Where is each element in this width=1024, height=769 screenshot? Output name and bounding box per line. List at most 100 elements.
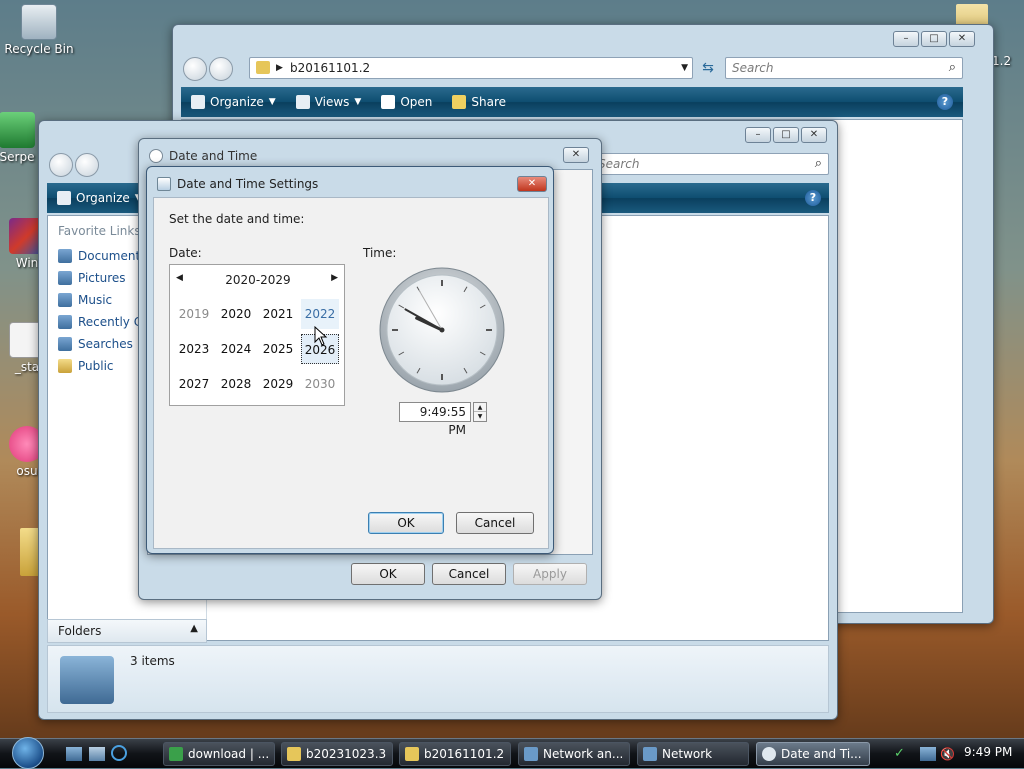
task-date-and-time[interactable]: Date and Ti...	[756, 742, 870, 766]
chevron-down-icon: ▼	[268, 97, 276, 107]
dialog-body: Set the date and time: Date: Time: ◀ 202…	[153, 197, 549, 549]
favorite-recently-changed[interactable]: Recently Ch	[58, 315, 150, 329]
year-cell[interactable]: 2027	[175, 369, 213, 399]
desktop-icon-label: _sta	[14, 360, 40, 374]
year-cell[interactable]: 2029	[259, 369, 297, 399]
refresh-icon[interactable]: ⇆	[697, 57, 719, 79]
task-download[interactable]: download | ...	[163, 742, 275, 766]
search-icon[interactable]: ⌕	[949, 58, 956, 78]
minimize-button[interactable]: –	[745, 127, 771, 143]
maximize-button[interactable]: □	[773, 127, 799, 143]
date-label: Date:	[169, 246, 202, 260]
organize-button[interactable]: Organize▼	[181, 95, 286, 109]
year-cell[interactable]: 2025	[259, 334, 297, 364]
organize-icon	[57, 191, 71, 205]
share-label: Share	[471, 95, 507, 109]
volume-muted-icon[interactable]: 🔇	[940, 746, 956, 762]
search-input[interactable]: Search	[598, 157, 640, 171]
search-field[interactable]: Search ⌕	[725, 57, 963, 79]
chevron-down-icon[interactable]: ▼	[681, 58, 688, 78]
forward-button[interactable]	[75, 153, 99, 177]
maximize-button[interactable]: □	[921, 31, 947, 47]
open-icon	[381, 95, 396, 109]
search-icon[interactable]: ⌕	[815, 154, 822, 174]
open-button[interactable]: Open	[371, 95, 442, 109]
views-label: Views	[314, 95, 350, 109]
desktop-edge-label: 1.2	[992, 54, 1012, 68]
desktop-icon-label: Recycle Bin	[4, 42, 74, 56]
year-cell-current[interactable]: 2022	[301, 299, 339, 329]
date-time-settings-dialog: Date and Time Settings ✕ Set the date an…	[146, 166, 554, 554]
forward-button[interactable]	[209, 57, 233, 81]
mouse-cursor-icon	[314, 326, 328, 346]
caption-buttons: – □ ✕	[745, 127, 827, 143]
calendar-small-icon	[157, 177, 171, 191]
close-button[interactable]: ✕	[517, 176, 547, 192]
task-b20231023[interactable]: b20231023.3	[281, 742, 393, 766]
folder-icon	[287, 747, 301, 761]
favorite-searches[interactable]: Searches	[58, 337, 133, 351]
help-icon[interactable]: ?	[937, 94, 953, 110]
year-cell[interactable]: 2028	[217, 369, 255, 399]
ok-button[interactable]: OK	[351, 563, 425, 585]
status-item-count: 3 items	[130, 654, 175, 668]
year-cell[interactable]: 2030	[301, 369, 339, 399]
back-button[interactable]	[49, 153, 73, 177]
switch-windows-icon[interactable]	[89, 747, 105, 761]
minimize-button[interactable]: –	[893, 31, 919, 47]
organize-button[interactable]: Organize▼	[47, 191, 152, 205]
task-label: Network an...	[543, 747, 624, 761]
task-network[interactable]: Network	[637, 742, 749, 766]
close-button[interactable]: ✕	[563, 147, 589, 163]
cancel-button[interactable]: Cancel	[456, 512, 534, 534]
help-icon[interactable]: ?	[805, 190, 821, 206]
folders-bar[interactable]: Folders ▲	[47, 619, 207, 643]
network-icon	[60, 656, 114, 704]
desktop-icon-recycle-bin[interactable]: Recycle Bin	[0, 4, 78, 56]
cancel-button[interactable]: Cancel	[432, 563, 506, 585]
favorite-label: Pictures	[78, 271, 126, 285]
favorite-public[interactable]: Public	[58, 359, 114, 373]
year-cell[interactable]: 2021	[259, 299, 297, 329]
time-input[interactable]: 9:49:55 PM	[399, 402, 471, 437]
calendar-next-button[interactable]: ▶	[331, 273, 338, 283]
views-button[interactable]: Views ▼	[286, 95, 372, 109]
favorite-pictures[interactable]: Pictures	[58, 271, 126, 285]
taskbar-clock[interactable]: 9:49 PM	[964, 745, 1012, 759]
search-input[interactable]: Search	[732, 61, 774, 75]
spinner-up-button[interactable]: ▲	[474, 403, 486, 412]
close-button[interactable]: ✕	[801, 127, 827, 143]
start-button[interactable]	[8, 737, 52, 769]
address-bar[interactable]: ▶ b20161101.2 ▼	[249, 57, 693, 79]
year-cell[interactable]: 2020	[217, 299, 255, 329]
year-cell[interactable]: 2024	[217, 334, 255, 364]
notification-area: ✓ 🔇 9:49 PM	[888, 742, 1024, 766]
task-b20161101[interactable]: b20161101.2	[399, 742, 511, 766]
network-tray-icon[interactable]	[920, 747, 936, 761]
serpent-icon	[169, 747, 183, 761]
calendar-range-header[interactable]: 2020-2029	[170, 273, 346, 287]
time-label: Time:	[363, 246, 397, 260]
check-icon[interactable]: ✓	[894, 747, 908, 761]
favorite-documents[interactable]: Documents	[58, 249, 146, 263]
share-button[interactable]: Share	[442, 95, 516, 109]
task-network-and-sharing[interactable]: Network an...	[518, 742, 630, 766]
search-field[interactable]: Search ⌕	[591, 153, 829, 175]
share-icon	[452, 95, 467, 109]
chevron-up-icon: ▲	[190, 623, 198, 634]
year-cell[interactable]: 2019	[175, 299, 213, 329]
close-button[interactable]: ✕	[949, 31, 975, 47]
ok-button[interactable]: OK	[368, 512, 444, 534]
windows-logo-icon	[12, 737, 44, 769]
back-button[interactable]	[183, 57, 207, 81]
favorite-music[interactable]: Music	[58, 293, 112, 307]
internet-explorer-icon[interactable]	[111, 745, 127, 761]
show-desktop-icon[interactable]	[66, 747, 82, 761]
views-icon	[295, 95, 310, 109]
year-cell[interactable]: 2023	[175, 334, 213, 364]
folders-label: Folders	[58, 624, 102, 638]
folder-icon	[405, 747, 419, 761]
searches-icon	[58, 337, 72, 351]
time-value[interactable]: 9:49:55 PM	[420, 405, 466, 437]
spinner-down-button[interactable]: ▼	[474, 412, 486, 421]
